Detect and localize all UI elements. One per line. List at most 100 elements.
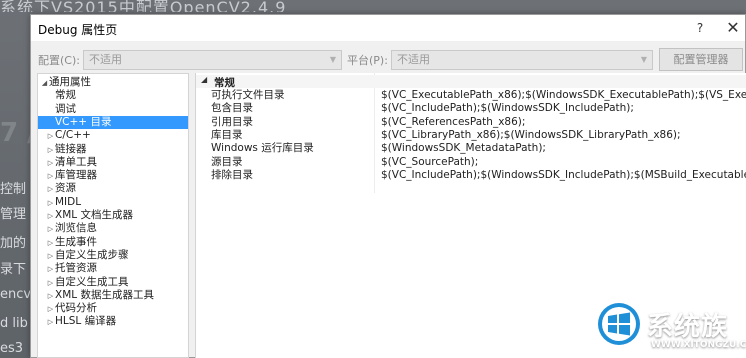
platform-value: 不适用 (397, 53, 430, 66)
expand-triangle-icon[interactable]: ▷ (46, 303, 55, 316)
tree-item[interactable]: ▷ MIDL (38, 196, 188, 209)
grid-row-name: 包含目录 (211, 102, 253, 115)
tree-item-label: 通用属性 (49, 76, 91, 88)
tree-item-label: 自定义生成步骤 (55, 248, 129, 261)
tree-item[interactable]: ▷ 生成事件 (38, 236, 188, 249)
tree-item[interactable]: ▷ XML 文档生成器 (38, 209, 188, 222)
tree-item[interactable]: ◢ 通用属性 (38, 76, 188, 89)
expand-triangle-icon[interactable]: ▷ (46, 250, 55, 263)
tree-item-label: 常规 (55, 89, 76, 102)
expand-triangle-icon[interactable]: ▷ (46, 170, 55, 183)
watermark: 系统族 WWW.XITONGZU.COM (597, 300, 746, 358)
tree-item-label: XML 文档生成器 (55, 209, 133, 221)
tree-item[interactable]: ▷ 自定义生成步骤 (38, 249, 188, 262)
tree-item-label: 代码分析 (55, 302, 97, 315)
dialog-title: Debug 属性页 (38, 23, 118, 37)
configuration-manager-button[interactable]: 配置管理器(O)... (659, 48, 743, 87)
configuration-select[interactable]: 不适用 ▼ (83, 50, 342, 70)
tree-item[interactable]: ▷ 自定义生成工具 (38, 276, 188, 289)
grid-row-name: 源目录 (211, 155, 243, 168)
tree-item-label: 调试 (55, 102, 76, 115)
configuration-bar: 配置(C): 不适用 ▼ 平台(P): 不适用 ▼ 配置管理器(O)... (31, 48, 745, 87)
background-fragment: 管理 (0, 207, 27, 222)
tree-item[interactable]: ▷ 链接器 (38, 143, 188, 156)
collapse-triangle-icon[interactable]: ◢ (40, 77, 49, 90)
grid-row[interactable]: 库目录 $(VC_LibraryPath_x86);$(WindowsSDK_Li… (196, 129, 746, 142)
grid-row-value[interactable]: $(VC_ExecutablePath_x86);$(WindowsSDK_Ex… (381, 89, 746, 102)
expand-triangle-icon[interactable]: ▷ (46, 290, 55, 303)
platform-label: 平台(P): (347, 54, 388, 67)
grid-row-name: Windows 运行库目录 (211, 142, 314, 155)
tree-item[interactable]: ▷ 托管资源 (38, 262, 188, 275)
expand-triangle-icon[interactable]: ▷ (46, 263, 55, 276)
grid-row[interactable]: 引用目录 $(VC_ReferencesPath_x86); (196, 116, 746, 129)
grid-row[interactable]: 可执行文件目录 $(VC_ExecutablePath_x86);$(Window… (196, 89, 746, 102)
expand-triangle-icon[interactable]: ▷ (46, 316, 55, 329)
tree-item[interactable]: ▷ 浏览信息 (38, 222, 188, 235)
configuration-label: 配置(C): (38, 54, 80, 67)
close-button[interactable]: ✕ (724, 19, 742, 37)
tree-item-label: 生成事件 (55, 235, 97, 248)
configuration-value: 不适用 (89, 53, 122, 66)
grid-row-value[interactable]: $(VC_SourcePath); (381, 156, 478, 169)
grid-row[interactable]: Windows 运行库目录 $(WindowsSDK_MetadataPath); (196, 142, 746, 155)
grid-row-name: 库目录 (211, 128, 243, 141)
tree-item-label: 资源 (55, 182, 76, 195)
tree-item-label: HLSL 编译器 (55, 315, 117, 328)
background-heading: 系统下VS2015中配置OpenCV2.4.9 (0, 0, 287, 12)
dialog-titlebar[interactable]: Debug 属性页 ? ✕ (31, 15, 745, 41)
collapse-triangle-icon[interactable]: ◢ (201, 75, 207, 84)
grid-row-value[interactable]: $(VC_IncludePath);$(WindowsSDK_IncludePa… (381, 169, 746, 182)
grid-row-name: 可执行文件目录 (211, 89, 285, 101)
expand-triangle-icon[interactable]: ▷ (46, 144, 55, 157)
background-fragment: 加的 (0, 236, 27, 251)
expand-triangle-icon[interactable]: ▷ (46, 223, 55, 236)
tree-item[interactable]: ▷ 清单工具 (38, 156, 188, 169)
tree-item[interactable]: ▷ XML 数据生成器工具 (38, 289, 188, 302)
tree-item-label: MIDL (55, 195, 82, 208)
tree-item[interactable]: 调试 (38, 103, 188, 116)
background-fragment: 录下 (0, 262, 27, 277)
tree-item-label: 清单工具 (55, 155, 97, 168)
platform-select[interactable]: 不适用 ▼ (391, 50, 653, 70)
expand-triangle-icon[interactable]: ▷ (46, 183, 55, 196)
property-tree[interactable]: ◢ 通用属性 常规 调试 VC++ 目录 ▷ C/C++ ▷ 链接器 ▷ 清单工具 ▷ 库管理器 ▷ 资源 ▷… (37, 73, 189, 358)
tree-item-label: XML 数据生成器工具 (55, 288, 154, 301)
grid-row-value[interactable]: $(WindowsSDK_MetadataPath); (381, 142, 546, 155)
tree-item[interactable]: ▷ 代码分析 (38, 302, 188, 315)
grid-row-value[interactable]: $(VC_IncludePath);$(WindowsSDK_IncludePa… (381, 102, 634, 115)
background-fragment: es3 (0, 341, 24, 356)
expand-triangle-icon[interactable]: ▷ (46, 157, 55, 170)
tree-item[interactable]: 常规 (38, 89, 188, 102)
tree-item[interactable]: VC++ 目录 (38, 115, 188, 129)
tree-item[interactable]: ▷ 资源 (38, 182, 188, 195)
grid-row[interactable]: 排除目录 $(VC_IncludePath);$(WindowsSDK_Inclu… (196, 169, 746, 182)
background-fragment: 控制 (0, 182, 27, 197)
tree-item-label: 浏览信息 (55, 222, 97, 235)
chevron-down-icon: ▼ (329, 55, 336, 64)
expand-triangle-icon[interactable]: ▷ (46, 237, 55, 250)
chevron-down-icon: ▼ (640, 55, 647, 64)
help-button[interactable]: ? (691, 19, 709, 37)
watermark-url: WWW.XITONGZU.COM (651, 340, 746, 350)
tree-item[interactable]: ▷ HLSL 编译器 (38, 315, 188, 328)
windows-logo-icon (598, 303, 640, 345)
tree-item[interactable]: ▷ C/C++ (38, 129, 188, 142)
expand-triangle-icon[interactable]: ▷ (46, 210, 55, 223)
grid-row[interactable]: 包含目录 $(VC_IncludePath);$(WindowsSDK_Inclu… (196, 102, 746, 115)
tree-item[interactable]: ▷ 库管理器 (38, 169, 188, 182)
grid-row-name: 引用目录 (211, 115, 253, 128)
grid-category-label: 常规 (214, 77, 235, 89)
expand-triangle-icon[interactable]: ▷ (46, 197, 55, 210)
watermark-brand: 系统族 (647, 312, 729, 342)
grid-row-name: 排除目录 (211, 168, 253, 181)
tree-item-label: 库管理器 (55, 169, 97, 182)
expand-triangle-icon[interactable]: ▷ (46, 130, 55, 143)
grid-row-value[interactable]: $(VC_LibraryPath_x86);$(WindowsSDK_Libra… (381, 129, 681, 142)
grid-category-general[interactable]: ◢ 常规 (196, 75, 746, 89)
tree-item-label: VC++ 目录 (55, 115, 112, 128)
background-fragment: encv (0, 287, 32, 302)
grid-row-value[interactable]: $(VC_ReferencesPath_x86); (381, 116, 525, 129)
expand-triangle-icon[interactable]: ▷ (46, 277, 55, 290)
grid-row[interactable]: 源目录 $(VC_SourcePath); (196, 156, 746, 169)
